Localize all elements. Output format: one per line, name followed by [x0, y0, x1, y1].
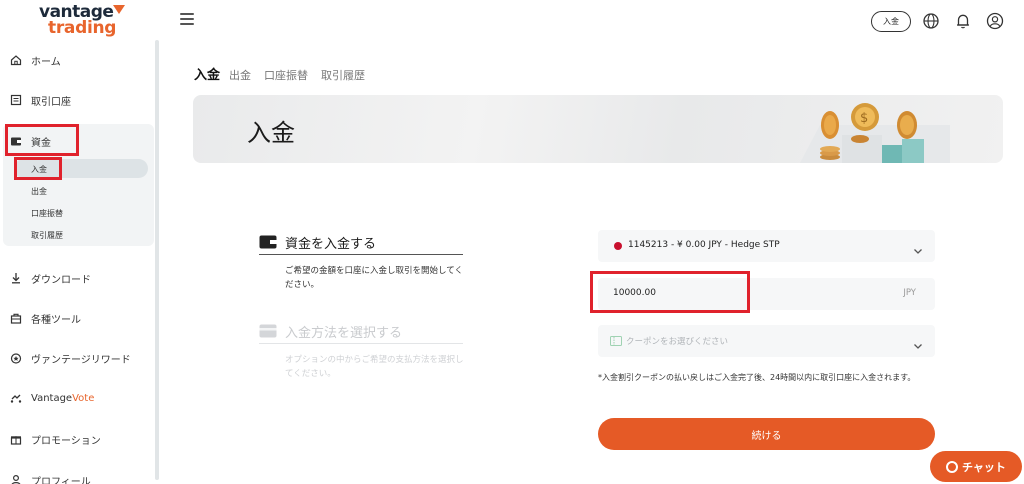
coupon-note: *入金割引クーポンの払い戻しはご入金完了後、24時間以内に取引口座に入金されます… — [598, 373, 916, 382]
tools-icon — [10, 312, 22, 324]
highlight-box-amount — [590, 271, 750, 313]
gift-icon — [10, 433, 22, 445]
tab-deposit[interactable]: 入金 — [194, 64, 220, 83]
chevron-down-icon — [913, 336, 923, 349]
step-deposit-funds: 資金を入金する ご希望の金額を口座に入金し取引を開始してください。 — [259, 231, 463, 292]
sidebar-item-label: プロモーション — [31, 435, 101, 447]
sidebar-item-label: 各種ツール — [31, 314, 81, 326]
page-title: 入金 — [247, 119, 295, 147]
account-icon — [10, 94, 22, 106]
home-icon — [10, 54, 22, 66]
coupon-select[interactable]: クーポンをお選びください — [598, 325, 935, 357]
sidebar: vantage trading ホーム 取引口座 資金 入金 出金 口座振替 取… — [0, 0, 160, 484]
bell-icon[interactable] — [954, 12, 972, 30]
tabs: 入金 出金 口座振替 取引履歴 — [194, 64, 378, 83]
sidebar-item-home[interactable]: ホーム — [10, 49, 61, 71]
vantage-logo[interactable]: vantage trading — [36, 2, 126, 38]
reward-icon — [10, 352, 22, 364]
profile-icon[interactable] — [986, 12, 1004, 30]
currency-label: JPY — [903, 288, 916, 298]
continue-button[interactable]: 続ける — [598, 418, 935, 450]
vote-icon — [10, 392, 22, 404]
sidebar-scrollbar[interactable] — [155, 40, 159, 480]
sidebar-item-promotions[interactable]: プロモーション — [10, 428, 101, 450]
step-description: オプションの中からご希望の支払方法を選択してください。 — [285, 355, 464, 379]
sidebar-item-accounts[interactable]: 取引口座 — [10, 89, 71, 111]
wallet-icon — [259, 235, 277, 249]
jpy-flag-icon — [614, 242, 622, 250]
sidebar-item-label: Vantage — [31, 392, 73, 404]
chat-label: チャット — [962, 460, 1006, 474]
globe-icon[interactable] — [922, 12, 940, 30]
sidebar-sub-withdraw[interactable]: 出金 — [31, 186, 47, 197]
user-icon — [10, 474, 22, 484]
svg-text:$: $ — [860, 111, 868, 126]
sidebar-sub-history[interactable]: 取引履歴 — [31, 230, 63, 241]
highlight-box-funds — [5, 124, 79, 156]
coupon-icon — [610, 336, 622, 346]
chat-button[interactable]: チャット — [930, 451, 1022, 482]
sidebar-item-profile[interactable]: プロフィール — [10, 469, 91, 484]
step-title: 入金方法を選択する — [285, 325, 403, 341]
account-select[interactable]: 1145213 - ¥ 0.00 JPY - Hedge STP — [598, 230, 935, 262]
sidebar-item-tools[interactable]: 各種ツール — [10, 307, 81, 329]
coins-illustration: $ — [800, 103, 950, 163]
sidebar-item-label: 取引口座 — [31, 96, 71, 108]
card-icon — [259, 324, 277, 338]
sidebar-item-label-accent: Vote — [72, 392, 95, 404]
chat-icon — [946, 460, 959, 473]
tab-withdraw[interactable]: 出金 — [229, 67, 251, 83]
sidebar-item-label: ホーム — [31, 56, 61, 68]
step-title: 資金を入金する — [285, 236, 377, 252]
logo-line-2: trading — [48, 18, 117, 38]
menu-icon[interactable] — [180, 12, 196, 26]
coupon-placeholder: クーポンをお選びください — [626, 337, 729, 347]
highlight-box-deposit — [14, 157, 62, 180]
header-deposit-button[interactable]: 入金 — [871, 11, 911, 32]
deposit-banner: 入金 $ — [193, 95, 1003, 163]
chevron-down-icon — [913, 241, 923, 254]
sidebar-item-label: ダウンロード — [31, 274, 91, 286]
account-select-value: 1145213 - ¥ 0.00 JPY - Hedge STP — [628, 240, 780, 250]
sidebar-sub-transfer[interactable]: 口座振替 — [31, 208, 63, 219]
step-description: ご希望の金額を口座に入金し取引を開始してください。 — [285, 266, 463, 290]
app: vantage trading ホーム 取引口座 資金 入金 出金 口座振替 取… — [0, 0, 1024, 484]
step-select-method: 入金方法を選択する オプションの中からご希望の支払方法を選択してください。 — [259, 320, 464, 381]
tab-transfer[interactable]: 口座振替 — [264, 67, 308, 83]
sidebar-item-download[interactable]: ダウンロード — [10, 267, 91, 289]
sidebar-item-vantage-vote[interactable]: Vantage Vote — [10, 387, 94, 409]
download-icon — [10, 272, 22, 284]
sidebar-item-label: ヴァンテージリワード — [31, 354, 131, 366]
tab-history[interactable]: 取引履歴 — [321, 67, 365, 83]
step-divider — [259, 254, 463, 255]
step-divider — [259, 343, 463, 344]
sidebar-item-rewards[interactable]: ヴァンテージリワード — [10, 347, 131, 369]
logo-mark-icon — [113, 5, 125, 14]
sidebar-item-label: プロフィール — [31, 476, 91, 484]
